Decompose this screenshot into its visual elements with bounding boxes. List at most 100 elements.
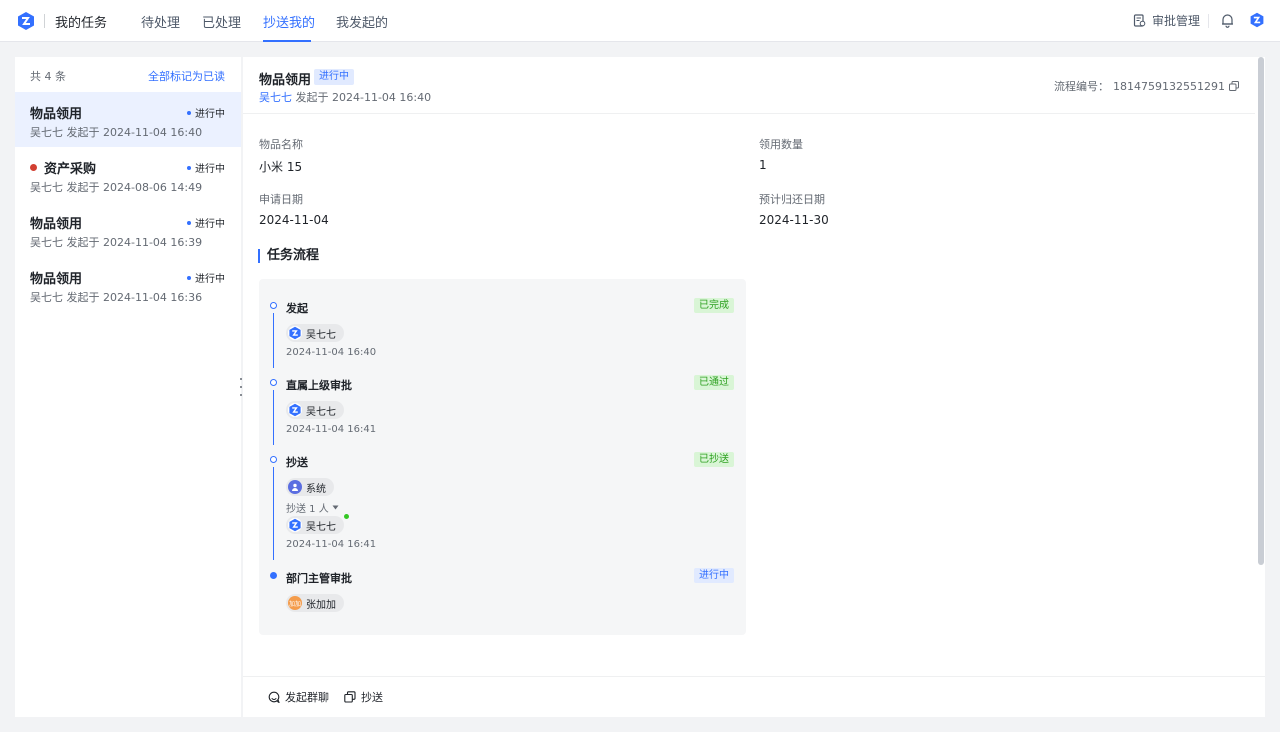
caret-down-icon <box>332 505 339 510</box>
task-detail-panel: 物品领用 进行中 吴七七 发起于 2024-11-04 16:40 流程编号： … <box>243 57 1265 717</box>
user-chip[interactable]: 系统 <box>286 478 334 496</box>
logo-divider <box>44 14 45 28</box>
status-label: 进行中 <box>195 274 225 285</box>
node-status-tag: 已通过 <box>694 375 734 390</box>
list-item-subtitle: 吴七七 发起于 2024-11-04 16:39 <box>30 236 203 249</box>
active-tab-indicator <box>263 40 311 42</box>
user-avatar-icon <box>288 518 302 532</box>
status-dot-icon <box>187 165 191 170</box>
timeline-connector <box>273 467 274 560</box>
node-title: 发起 <box>286 302 308 315</box>
tab-pending[interactable]: 待处理 <box>141 12 180 31</box>
field-label-quantity: 领用数量 <box>759 138 803 151</box>
user-avatar-icon <box>288 326 302 340</box>
user-avatar: 加加 <box>288 596 302 610</box>
start-group-chat-label: 发起群聊 <box>285 691 329 704</box>
cc-button[interactable]: 抄送 <box>344 689 383 705</box>
flow-number: 流程编号： 1814759132551291 <box>1054 78 1239 94</box>
unread-dot-icon <box>30 164 37 171</box>
field-label-apply-date: 申请日期 <box>259 193 303 206</box>
copy-icon[interactable] <box>1229 81 1239 91</box>
timeline-node-icon <box>270 302 277 309</box>
status-dot-icon <box>187 220 191 225</box>
detail-initiator: 吴七七 发起于 2024-11-04 16:40 <box>259 89 431 105</box>
task-flow-section-title: 任务流程 <box>258 249 319 263</box>
approval-manage-label: 审批管理 <box>1152 14 1201 28</box>
cc-count-toggle[interactable]: 抄送 1 人 <box>286 500 339 515</box>
task-flow-timeline: 发起 已完成 吴七七 2024-11-04 16:40 直属上级审批 已通过 吴… <box>259 279 746 635</box>
user-name: 张加加 <box>306 599 336 611</box>
initiator-name-link[interactable]: 吴七七 <box>259 91 292 104</box>
status-dot-icon <box>187 110 191 115</box>
list-item-title: 物品领用 <box>30 217 83 232</box>
user-avatar-icon <box>288 403 302 417</box>
task-list-panel: 共 4 条 全部标记为已读 物品领用 进行中 吴七七 发起于 2024-11-0… <box>15 57 241 717</box>
timeline-connector <box>273 313 274 368</box>
group-chat-icon <box>268 691 280 703</box>
field-label-return-date: 预计归还日期 <box>759 193 825 206</box>
cc-count-label: 抄送 1 人 <box>286 504 329 515</box>
status-badge: 进行中 <box>187 215 225 230</box>
node-title: 部门主管审批 <box>286 572 352 585</box>
user-chip[interactable]: 吴七七 <box>286 401 344 419</box>
status-badge: 进行中 <box>187 270 225 285</box>
node-time: 2024-11-04 16:41 <box>286 539 377 550</box>
list-item[interactable]: 资产采购 进行中 吴七七 发起于 2024-08-06 14:49 <box>15 147 241 202</box>
action-bar-divider <box>243 676 1265 677</box>
user-avatar-icon[interactable] <box>1249 12 1265 28</box>
timeline-node-icon <box>270 456 277 463</box>
field-value-apply-date: 2024-11-04 <box>259 213 329 227</box>
status-dot-icon <box>187 275 191 280</box>
user-chip[interactable]: 吴七七 <box>286 324 344 342</box>
node-status-tag: 已抄送 <box>694 452 734 467</box>
app-title: 我的任务 <box>55 16 108 31</box>
status-label: 进行中 <box>195 219 225 230</box>
field-value-item-name: 小米 15 <box>259 160 303 174</box>
initiated-time: 发起于 2024-11-04 16:40 <box>295 91 432 104</box>
status-label: 进行中 <box>195 164 225 175</box>
list-item[interactable]: 物品领用 进行中 吴七七 发起于 2024-11-04 16:39 <box>15 202 241 257</box>
list-count: 共 4 条 <box>30 70 66 83</box>
node-time: 2024-11-04 16:40 <box>286 347 377 358</box>
user-chip[interactable]: 吴七七 <box>286 516 344 534</box>
tab-processed[interactable]: 已处理 <box>202 12 241 31</box>
bell-icon[interactable] <box>1220 13 1235 28</box>
list-item-subtitle: 吴七七 发起于 2024-11-04 16:40 <box>30 126 203 139</box>
flow-number-label: 流程编号： <box>1054 80 1110 93</box>
user-name: 吴七七 <box>306 406 336 418</box>
list-item[interactable]: 物品领用 进行中 吴七七 发起于 2024-11-04 16:40 <box>15 92 241 147</box>
start-group-chat-button[interactable]: 发起群聊 <box>268 689 329 705</box>
user-name: 吴七七 <box>306 521 336 533</box>
header-separator <box>1208 14 1209 28</box>
timeline-connector <box>273 390 274 445</box>
list-item-subtitle: 吴七七 发起于 2024-08-06 14:49 <box>30 181 203 194</box>
user-chip[interactable]: 加加 张加加 <box>286 594 344 612</box>
node-title: 抄送 <box>286 456 308 469</box>
field-value-return-date: 2024-11-30 <box>759 213 829 227</box>
detail-status-badge: 进行中 <box>314 69 354 85</box>
mark-all-read-link[interactable]: 全部标记为已读 <box>148 68 225 84</box>
node-time: 2024-11-04 16:41 <box>286 424 377 435</box>
timeline-node-current-icon <box>270 572 277 579</box>
flow-number-value: 1814759132551291 <box>1113 79 1225 93</box>
timeline-node-icon <box>270 379 277 386</box>
status-badge: 进行中 <box>187 160 225 175</box>
list-item-title: 物品领用 <box>30 107 83 122</box>
cc-copy-icon <box>344 691 356 703</box>
list-item-title: 物品领用 <box>30 272 83 287</box>
detail-title: 物品领用 <box>259 73 312 88</box>
approval-manage-button[interactable]: 审批管理 <box>1133 12 1200 29</box>
user-name: 系统 <box>306 483 326 495</box>
app-logo-icon[interactable] <box>16 11 36 31</box>
node-title: 直属上级审批 <box>286 379 352 392</box>
list-item[interactable]: 物品领用 进行中 吴七七 发起于 2024-11-04 16:36 <box>15 257 241 312</box>
online-status-icon <box>344 514 349 519</box>
tab-initiated-by-me[interactable]: 我发起的 <box>336 12 388 31</box>
field-value-quantity: 1 <box>759 158 767 172</box>
tab-cc-to-me[interactable]: 抄送我的 <box>263 12 315 31</box>
list-item-title: 资产采购 <box>44 162 97 177</box>
node-status-tag: 进行中 <box>694 568 734 583</box>
user-name: 吴七七 <box>306 329 336 341</box>
detail-scrollbar[interactable] <box>1258 57 1264 565</box>
node-status-tag: 已完成 <box>694 298 734 313</box>
